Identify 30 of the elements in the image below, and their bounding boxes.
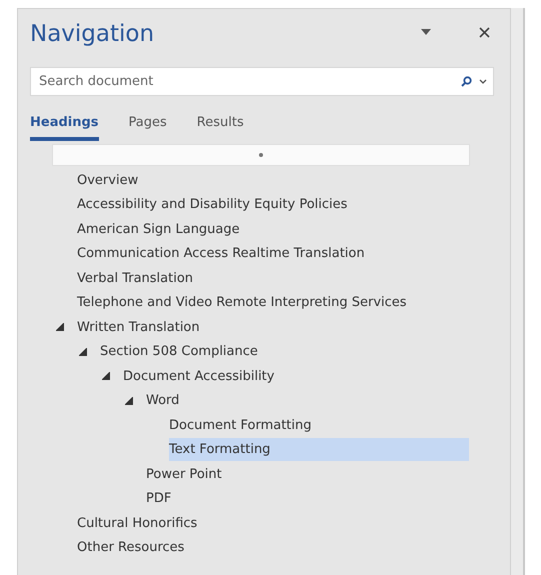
heading-item[interactable]: Communication Access Realtime Translation — [77, 242, 365, 266]
collapse-triangle-icon[interactable] — [56, 323, 64, 332]
dot-icon — [259, 153, 263, 157]
heading-item[interactable]: Document Formatting — [169, 414, 312, 437]
heading-item[interactable]: Cultural Honorifics — [77, 512, 198, 535]
collapse-triangle-icon[interactable] — [102, 372, 110, 380]
heading-item[interactable]: Accessibility and Disability Equity Policies — [77, 193, 348, 216]
tab[interactable]: Results — [196, 111, 244, 141]
heading-item[interactable]: Power Point — [146, 462, 222, 486]
heading-item[interactable]: Word — [146, 389, 180, 412]
chevron-down-icon[interactable] — [479, 79, 487, 84]
heading-item[interactable]: Document Accessibility — [123, 364, 274, 388]
pane-title: Navigation — [30, 20, 156, 47]
close-icon[interactable] — [479, 26, 490, 38]
collapse-triangle-icon[interactable] — [125, 396, 133, 405]
heading-item[interactable]: Telephone and Video Remote Interpreting Services — [77, 291, 407, 314]
heading-item[interactable]: Written Translation — [77, 316, 200, 339]
heading-item[interactable]: PDF — [146, 487, 172, 510]
heading-item[interactable]: Verbal Translation — [77, 266, 194, 290]
document-start-bar[interactable] — [52, 144, 470, 166]
collapse-triangle-icon[interactable] — [79, 348, 87, 356]
heading-item[interactable]: Text Formatting — [169, 438, 469, 462]
heading-item[interactable]: Other Resources — [77, 536, 184, 560]
dropdown-caret-icon[interactable] — [421, 29, 431, 35]
heading-item[interactable]: Overview — [77, 168, 138, 192]
heading-item[interactable]: American Sign Language — [77, 218, 240, 241]
heading-item[interactable]: Section 508 Compliance — [100, 340, 258, 364]
search-icon[interactable] — [461, 76, 472, 87]
search-field[interactable]: Search document — [30, 67, 494, 96]
tab[interactable]: Pages — [128, 111, 167, 141]
